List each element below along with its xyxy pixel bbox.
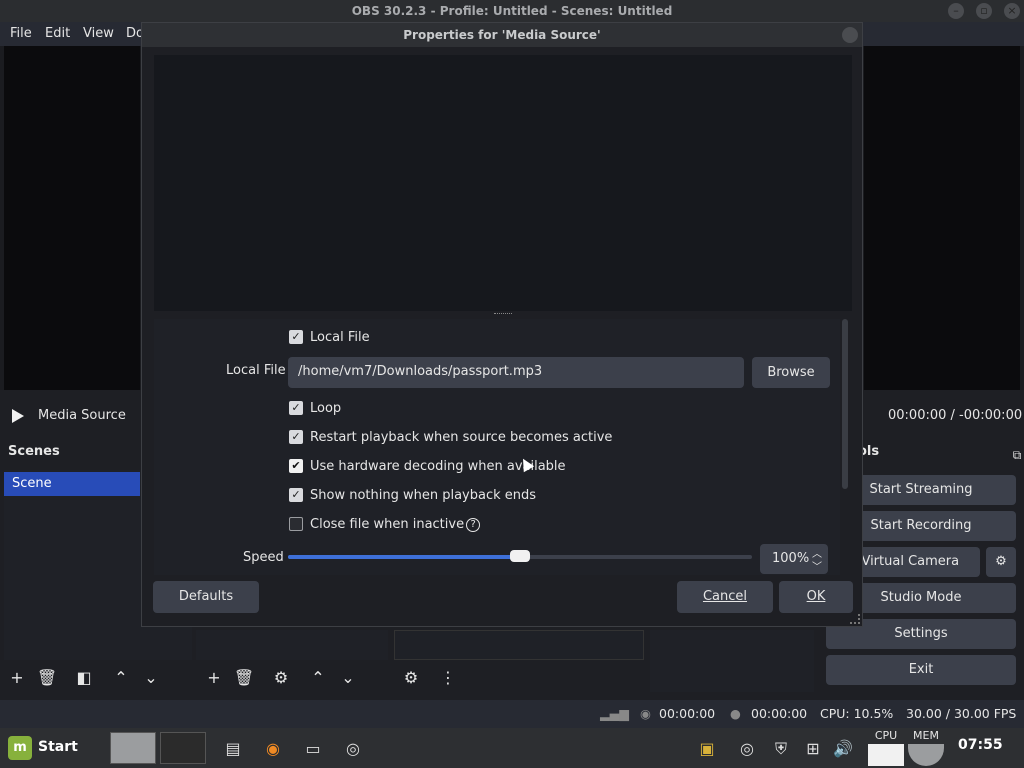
cpu-monitor: CPU — [868, 729, 904, 767]
volume-icon[interactable]: 🔊 — [830, 736, 856, 762]
add-scene-icon[interactable]: + — [6, 667, 28, 689]
speed-value: 100% — [772, 551, 810, 566]
terminal-icon[interactable]: ▭ — [300, 736, 326, 762]
record-icon: ● — [730, 706, 741, 721]
cpu-usage: CPU: 10.5% — [820, 706, 894, 721]
dialog-close-icon[interactable] — [842, 27, 858, 43]
undock-icon[interactable]: ⧉ — [1006, 444, 1024, 466]
dialog-title: Properties for 'Media Source' — [403, 28, 601, 42]
add-source-icon[interactable]: + — [203, 667, 225, 689]
audio-mixer — [394, 630, 644, 660]
transitions-dock — [650, 630, 814, 692]
speed-slider-fill — [288, 555, 520, 559]
show-nothing-label: Show nothing when playback ends — [310, 488, 537, 503]
menu-view[interactable]: View — [83, 26, 114, 41]
close-window-icon[interactable]: × — [1004, 3, 1020, 19]
show-nothing-checkbox[interactable]: ✓ — [289, 488, 303, 502]
close-inactive-row: Close file when inactive? — [310, 517, 481, 532]
speed-label: Speed — [243, 550, 284, 565]
stream-time: 00:00:00 — [659, 706, 716, 721]
taskbar-window-1[interactable] — [110, 732, 156, 764]
mint-logo-icon: m — [8, 736, 32, 760]
media-timecode: 00:00:00 / -00:00:00 — [888, 408, 1023, 423]
local-file-path-field[interactable]: /home/vm7/Downloads/passport.mp3 — [288, 357, 744, 388]
start-menu-button[interactable]: m Start — [8, 736, 78, 760]
files-icon[interactable]: ▤ — [220, 736, 246, 762]
gear-icon[interactable]: ⚙ — [270, 667, 292, 689]
minimize-icon[interactable]: – — [948, 3, 964, 19]
move-up-icon[interactable]: ⌃ — [110, 667, 132, 689]
preview-canvas-right — [864, 46, 1020, 390]
close-inactive-checkbox[interactable] — [289, 517, 303, 531]
play-icon[interactable] — [12, 409, 24, 423]
local-file-checkbox[interactable]: ✓ — [289, 330, 303, 344]
hw-decoding-checkbox[interactable]: ✔ — [289, 459, 303, 473]
start-label: Start — [38, 739, 78, 755]
cpu-monitor-label: CPU — [874, 729, 898, 742]
fps: 30.00 / 30.00 FPS — [906, 706, 1017, 721]
source-preview — [154, 55, 852, 311]
obs-icon[interactable]: ◎ — [340, 736, 366, 762]
clock: 07:55 — [958, 737, 1003, 753]
window-title: OBS 30.2.3 - Profile: Untitled - Scenes:… — [351, 4, 673, 18]
loop-label: Loop — [310, 401, 342, 416]
scenes-dock-title: Scenes — [8, 444, 60, 459]
record-time: 00:00:00 — [751, 706, 808, 721]
taskbar-window-2[interactable] — [160, 732, 206, 764]
more-icon[interactable]: ⋮ — [437, 667, 459, 689]
source-name: Media Source — [38, 408, 126, 423]
maximize-icon[interactable]: ▫ — [976, 3, 992, 19]
mem-monitor-label: MEM — [913, 729, 939, 742]
close-inactive-label: Close file when inactive — [310, 517, 465, 532]
help-icon[interactable]: ? — [466, 517, 481, 532]
trash-icon[interactable]: 🗑 — [36, 667, 58, 689]
cancel-button[interactable]: Cancel — [677, 581, 773, 613]
local-file-label: Local File — [226, 363, 286, 378]
menu-edit[interactable]: Edit — [45, 26, 70, 41]
restart-playback-checkbox[interactable]: ✓ — [289, 430, 303, 444]
status-bar: ▂▄▆ ◉ 00:00:00 ● 00:00:00 CPU: 10.5% 30.… — [0, 700, 1024, 728]
obs-tray-icon[interactable]: ◎ — [734, 736, 760, 762]
cpu-graph — [868, 744, 904, 766]
trash-icon[interactable]: 🗑 — [233, 667, 255, 689]
speed-slider[interactable] — [288, 550, 752, 562]
restart-playback-label: Restart playback when source becomes act… — [310, 430, 613, 445]
gear-icon[interactable]: ⚙ — [986, 547, 1016, 577]
properties-scrollbar[interactable] — [842, 319, 848, 489]
dialog-titlebar: Properties for 'Media Source' — [142, 23, 862, 47]
mem-graph — [908, 744, 944, 766]
local-file-checkbox-label: Local File — [310, 330, 370, 345]
signal-icon: ▂▄▆ — [600, 706, 629, 721]
sources-list — [196, 630, 388, 660]
properties-dialog: Properties for 'Media Source' ✓ Local Fi… — [141, 22, 863, 627]
speed-spinbox[interactable]: 100% ︿ ﹀ — [760, 544, 828, 574]
move-down-icon[interactable]: ⌄ — [140, 667, 162, 689]
spin-down-icon[interactable]: ﹀ — [812, 558, 822, 573]
stream-icon: ◉ — [640, 706, 651, 721]
network-icon[interactable]: ⊞ — [800, 736, 826, 762]
filter-icon[interactable]: ◧ — [73, 667, 95, 689]
move-up-icon[interactable]: ⌃ — [307, 667, 329, 689]
shield-icon[interactable]: ⛨ — [768, 736, 794, 762]
scene-item[interactable]: Scene — [4, 472, 140, 496]
mem-monitor: MEM — [908, 729, 944, 767]
exit-button[interactable]: Exit — [826, 655, 1016, 685]
browse-button[interactable]: Browse — [752, 357, 830, 388]
loop-checkbox[interactable]: ✓ — [289, 401, 303, 415]
move-down-icon[interactable]: ⌄ — [337, 667, 359, 689]
menu-file[interactable]: File — [10, 26, 32, 41]
preview-canvas-left — [4, 46, 140, 390]
ok-button[interactable]: OK — [779, 581, 853, 613]
splitter-handle[interactable] — [494, 313, 512, 315]
defaults-button[interactable]: Defaults — [153, 581, 259, 613]
resize-grip[interactable] — [850, 614, 860, 624]
window-titlebar: OBS 30.2.3 - Profile: Untitled - Scenes:… — [0, 0, 1024, 22]
speed-slider-handle[interactable] — [510, 550, 530, 562]
clipboard-icon[interactable]: ▣ — [694, 736, 720, 762]
firefox-icon[interactable]: ◉ — [260, 736, 286, 762]
gear-icon[interactable]: ⚙ — [400, 667, 422, 689]
